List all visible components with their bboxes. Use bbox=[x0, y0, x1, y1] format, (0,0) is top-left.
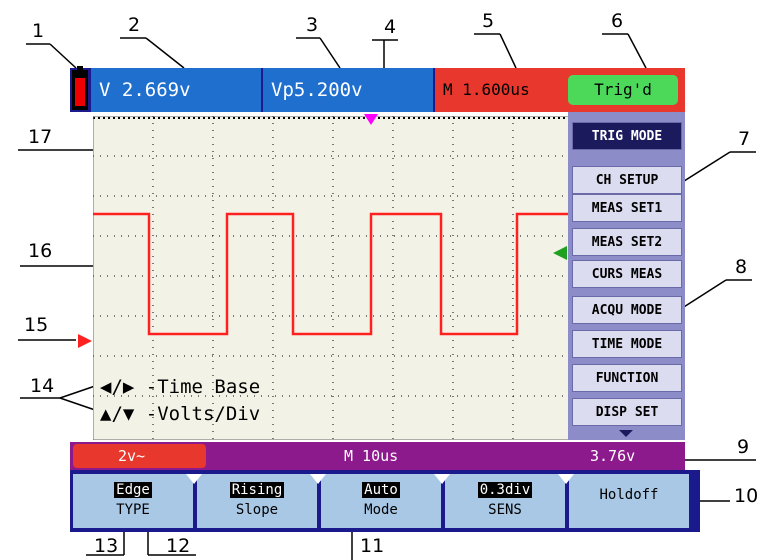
volts-div-hint-label: -Volts/Div bbox=[145, 403, 261, 425]
peak-voltage-readout: Vp5.200v bbox=[263, 68, 433, 112]
softkey-type-value: Edge bbox=[114, 482, 152, 498]
menu-item-ch-setup[interactable]: CH SETUP bbox=[572, 166, 682, 194]
menu-item-meas-set2[interactable]: MEAS SET2 bbox=[572, 228, 682, 256]
trigger-status-badge: Trig'd bbox=[568, 75, 678, 105]
trigger-position-marker bbox=[364, 114, 378, 125]
softkey-sens-label: SENS bbox=[488, 502, 522, 518]
channel-ground-marker bbox=[78, 334, 92, 348]
status-timebase-readout: M 10us bbox=[344, 447, 399, 465]
softkey-divider-notch bbox=[186, 474, 202, 484]
softkey-slope-label: Slope bbox=[235, 502, 279, 518]
softkey-sens-value: 0.3div bbox=[477, 482, 533, 498]
softkey-mode[interactable]: Auto Mode bbox=[321, 474, 441, 528]
softkey-slope[interactable]: Rising Slope bbox=[197, 474, 317, 528]
softkey-holdoff-label: Holdoff bbox=[599, 487, 659, 503]
softkey-divider-notch bbox=[434, 474, 450, 484]
menu-item-trig-mode[interactable]: TRIG MODE bbox=[572, 122, 682, 150]
voltage-readout: V 2.669v bbox=[91, 68, 261, 112]
softkey-type[interactable]: Edge TYPE bbox=[73, 474, 193, 528]
up-down-arrows-icon: ▲/▼ bbox=[100, 403, 135, 425]
menu-item-acqu-mode[interactable]: ACQU MODE bbox=[572, 296, 682, 324]
time-base-hint-label: -Time Base bbox=[145, 376, 261, 398]
volts-div-hint: ▲/▼ -Volts/Div bbox=[100, 405, 260, 424]
menu-item-disp-set[interactable]: DISP SET bbox=[572, 398, 682, 426]
softkey-type-label: TYPE bbox=[116, 502, 150, 518]
menu-item-curs-meas[interactable]: CURS MEAS bbox=[572, 260, 682, 288]
trigger-level-readout: 3.76v bbox=[590, 447, 636, 465]
battery-level-fill bbox=[75, 78, 85, 106]
softkey-divider-notch bbox=[558, 474, 574, 484]
softkey-sens[interactable]: 0.3div SENS bbox=[445, 474, 565, 528]
menu-item-time-mode[interactable]: TIME MODE bbox=[572, 330, 682, 358]
softkey-mode-label: Mode bbox=[364, 502, 398, 518]
softkey-divider-notch bbox=[310, 474, 326, 484]
trigger-level-marker bbox=[553, 246, 567, 260]
left-right-arrows-icon: ◀/▶ bbox=[100, 376, 135, 398]
menu-item-function[interactable]: FUNCTION bbox=[572, 364, 682, 392]
menu-scroll-down-icon[interactable] bbox=[619, 430, 633, 437]
softkey-slope-value: Rising bbox=[229, 482, 285, 498]
time-base-hint: ◀/▶ -Time Base bbox=[100, 378, 260, 397]
softkey-mode-value: Auto bbox=[362, 482, 400, 498]
menu-item-meas-set1[interactable]: MEAS SET1 bbox=[572, 194, 682, 222]
softkey-holdoff[interactable]: Holdoff bbox=[569, 474, 689, 528]
channel-scale-readout: 2v~ bbox=[118, 447, 146, 465]
